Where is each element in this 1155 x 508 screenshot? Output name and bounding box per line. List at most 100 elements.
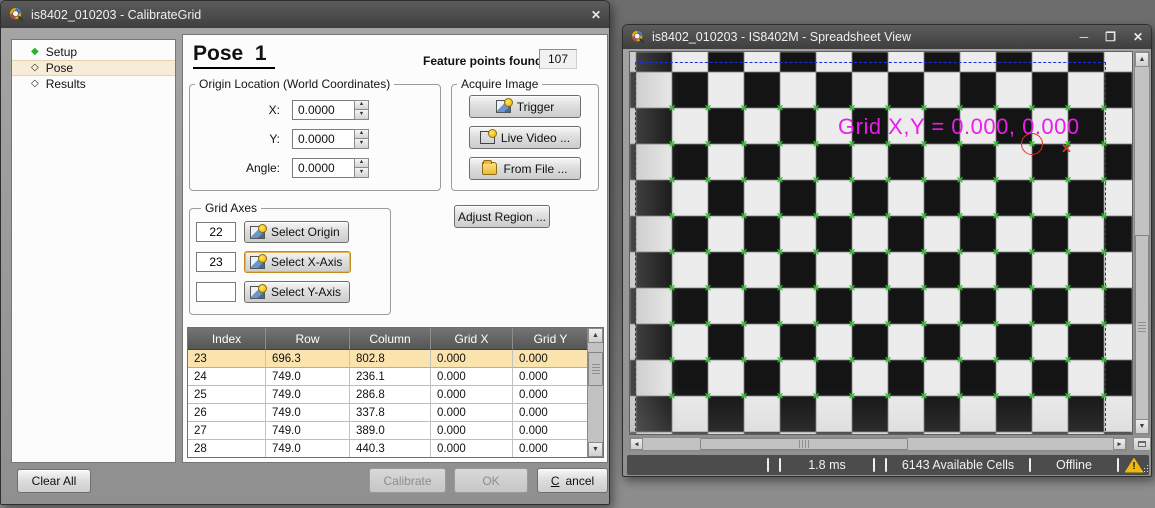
grid-feature-mark-icon: ✕ xyxy=(847,247,857,257)
status-bar: 1.8 ms 6143 Available Cells Offline ! xyxy=(627,455,1149,475)
clear-all-button[interactable]: Clear All xyxy=(17,469,91,493)
close-icon[interactable]: ✕ xyxy=(1133,31,1143,43)
column-header[interactable]: Row xyxy=(266,328,350,350)
grid-feature-mark-icon: ✕ xyxy=(991,103,1001,113)
grid-feature-mark-icon: ✕ xyxy=(1099,211,1109,221)
pose-panel: Pose 1 Feature points found: 107 Origin … xyxy=(182,34,608,463)
coordinate-stepper: ▲▼ xyxy=(354,129,369,149)
scroll-up-icon[interactable]: ▲ xyxy=(1135,52,1149,67)
coordinate-stepper: ▲▼ xyxy=(354,158,369,178)
grid-feature-mark-icon: ✕ xyxy=(775,211,785,221)
coordinate-input[interactable]: 0.0000 xyxy=(292,158,354,178)
grid-feature-mark-icon: ✕ xyxy=(739,103,749,113)
warning-icon[interactable]: ! xyxy=(1125,458,1144,473)
grid-feature-mark-icon: ✕ xyxy=(667,247,677,257)
grid-feature-mark-icon: ✕ xyxy=(955,211,965,221)
spin-down-icon[interactable]: ▼ xyxy=(354,167,369,178)
adjust-region-button[interactable]: Adjust Region ... xyxy=(454,205,550,228)
sidebar-item-results[interactable]: ◇Results xyxy=(12,76,175,92)
table-row[interactable]: 24749.0236.10.0000.000 xyxy=(188,368,603,386)
column-header[interactable]: Grid X xyxy=(431,328,513,350)
table-cell: 0.000 xyxy=(513,404,589,422)
image-horizontal-scrollbar[interactable]: ◄ ► xyxy=(629,437,1127,451)
scroll-up-icon[interactable]: ▲ xyxy=(588,328,603,343)
column-header[interactable]: Column xyxy=(350,328,431,350)
spin-down-icon[interactable]: ▼ xyxy=(354,138,369,149)
sidebar-item-setup[interactable]: ◆Setup xyxy=(12,44,175,60)
grid-feature-mark-icon: ✕ xyxy=(1027,283,1037,293)
maximize-icon[interactable]: ❒ xyxy=(1105,31,1116,43)
table-row[interactable]: 26749.0337.80.0000.000 xyxy=(188,404,603,422)
table-cell: 749.0 xyxy=(266,422,350,440)
select-origin-button[interactable]: Select Origin xyxy=(244,221,349,243)
scroll-right-icon[interactable]: ► xyxy=(1113,438,1126,450)
coordinate-input[interactable]: 0.0000 xyxy=(292,129,354,149)
grid-feature-mark-icon: ✕ xyxy=(703,319,713,329)
v-scrollbar-thumb[interactable] xyxy=(1135,235,1149,420)
close-icon[interactable]: ✕ xyxy=(591,9,601,21)
grid-feature-mark-icon: ✕ xyxy=(847,175,857,185)
cancel-button[interactable]: Cancel xyxy=(537,468,608,493)
spin-up-icon[interactable]: ▲ xyxy=(354,129,369,139)
table-row[interactable]: 28749.0440.30.0000.000 xyxy=(188,440,603,458)
grid-feature-mark-icon: ✕ xyxy=(991,355,1001,365)
table-cell: 286.8 xyxy=(350,386,431,404)
scroll-down-icon[interactable]: ▼ xyxy=(1135,419,1149,434)
table-cell: 749.0 xyxy=(266,386,350,404)
coordinate-label: Y: xyxy=(228,132,280,146)
grid-feature-mark-icon: ✕ xyxy=(883,391,893,401)
table-cell: 0.000 xyxy=(431,422,513,440)
sidebar-item-pose[interactable]: ◇Pose xyxy=(12,60,175,76)
step-pending-icon: ◇ xyxy=(31,79,39,89)
grid-feature-mark-icon: ✕ xyxy=(1063,283,1073,293)
h-scrollbar-thumb[interactable] xyxy=(700,438,908,450)
calibration-image-viewport[interactable]: ✕✕✕✕✕✕✕✕✕✕✕✕✕✕✕✕✕✕✕✕✕✕✕✕✕✕✕✕✕✕✕✕✕✕✕✕✕✕✕✕… xyxy=(629,51,1133,435)
select-x-axis-button[interactable]: Select X-Axis xyxy=(244,251,351,273)
grid-feature-mark-icon: ✕ xyxy=(667,283,677,293)
calibrate-button: Calibrate xyxy=(369,468,446,493)
spreadsheet-titlebar[interactable]: is8402_010203 - IS8402M - Spreadsheet Vi… xyxy=(623,25,1151,49)
live-video-button[interactable]: Live Video ... xyxy=(469,126,581,149)
grid-feature-mark-icon: ✕ xyxy=(1063,355,1073,365)
grid-feature-mark-icon: ✕ xyxy=(847,355,857,365)
grid-feature-mark-icon: ✕ xyxy=(883,211,893,221)
pane-toggle-button[interactable] xyxy=(1133,437,1151,451)
table-cell: 0.000 xyxy=(513,350,589,368)
spin-up-icon[interactable]: ▲ xyxy=(354,158,369,168)
table-scrollbar[interactable]: ▲ ▼ xyxy=(587,328,603,457)
table-row[interactable]: 23696.3802.80.0000.000 xyxy=(188,350,603,368)
table-row[interactable]: 27749.0389.00.0000.000 xyxy=(188,422,603,440)
grid-feature-mark-icon: ✕ xyxy=(739,139,749,149)
grid-feature-mark-icon: ✕ xyxy=(811,211,821,221)
step-complete-icon: ◆ xyxy=(31,47,39,57)
status-warning-segment[interactable]: ! xyxy=(1119,455,1149,475)
grid-feature-mark-icon: ✕ xyxy=(847,103,857,113)
image-vertical-scrollbar[interactable]: ▲ ▼ xyxy=(1134,51,1150,435)
origin-cell-input[interactable] xyxy=(196,222,236,242)
spin-up-icon[interactable]: ▲ xyxy=(354,100,369,110)
grid-feature-mark-icon: ✕ xyxy=(883,175,893,185)
grid-feature-mark-icon: ✕ xyxy=(991,391,1001,401)
column-header[interactable]: Index xyxy=(188,328,266,350)
trigger-button[interactable]: Trigger xyxy=(469,95,581,118)
scroll-down-icon[interactable]: ▼ xyxy=(588,442,603,457)
grid-feature-mark-icon: ✕ xyxy=(703,391,713,401)
y-axis-cell-input[interactable] xyxy=(196,282,236,302)
grid-feature-mark-icon: ✕ xyxy=(1027,247,1037,257)
live-video-icon xyxy=(480,131,495,144)
grid-feature-mark-icon: ✕ xyxy=(667,175,677,185)
grid-feature-mark-icon: ✕ xyxy=(1099,319,1109,329)
scroll-left-icon[interactable]: ◄ xyxy=(630,438,643,450)
spin-down-icon[interactable]: ▼ xyxy=(354,109,369,120)
minimize-icon[interactable]: ─ xyxy=(1080,31,1089,43)
grid-feature-mark-icon: ✕ xyxy=(955,175,965,185)
table-scrollbar-thumb[interactable] xyxy=(588,352,603,386)
coordinate-input[interactable]: 0.0000 xyxy=(292,100,354,120)
dialog-titlebar[interactable]: is8402_010203 - CalibrateGrid ✕ xyxy=(1,1,609,28)
column-header[interactable]: Grid Y xyxy=(513,328,589,350)
from-file-button[interactable]: From File ... xyxy=(469,157,581,180)
select-y-axis-button[interactable]: Select Y-Axis xyxy=(244,281,350,303)
grid-feature-mark-icon: ✕ xyxy=(667,103,677,113)
x-axis-cell-input[interactable] xyxy=(196,252,236,272)
table-row[interactable]: 25749.0286.80.0000.000 xyxy=(188,386,603,404)
